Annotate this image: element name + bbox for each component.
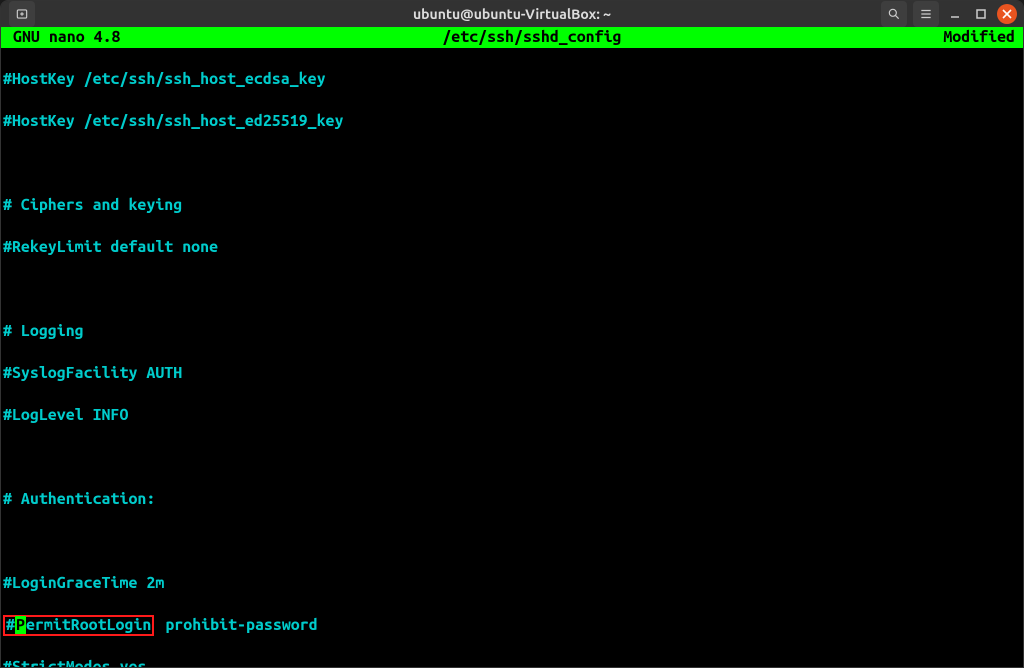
nano-header: GNU nano 4.8 /etc/ssh/sshd_config Modifi… — [1, 27, 1023, 48]
code-line: #HostKey /etc/ssh/ssh_host_ed25519_key — [3, 111, 1021, 132]
new-tab-button[interactable] — [9, 1, 35, 27]
search-button[interactable] — [881, 1, 907, 27]
code-line: # Authentication: — [3, 489, 1021, 510]
cursor: P — [15, 616, 26, 634]
terminal-body[interactable]: GNU nano 4.8 /etc/ssh/sshd_config Modifi… — [1, 27, 1023, 668]
minimize-button[interactable] — [945, 4, 965, 24]
code-line: # Logging — [3, 321, 1021, 342]
window-title: ubuntu@ubuntu-VirtualBox: ~ — [1, 6, 1023, 22]
close-button[interactable] — [997, 4, 1017, 24]
nano-version: GNU nano 4.8 — [3, 27, 121, 48]
highlight-box: #PermitRootLogin — [3, 615, 154, 636]
maximize-button[interactable] — [971, 4, 991, 24]
code-line-permitrootlogin: #PermitRootLogin prohibit-password — [3, 615, 1021, 636]
code-line: #StrictModes yes — [3, 657, 1021, 668]
nano-status: Modified — [943, 27, 1021, 48]
titlebar: ubuntu@ubuntu-VirtualBox: ~ — [1, 1, 1023, 27]
code-line: #LogLevel INFO — [3, 405, 1021, 426]
terminal-window: ubuntu@ubuntu-VirtualBox: ~ GNU nano 4.8… — [0, 0, 1024, 668]
code-line: #HostKey /etc/ssh/ssh_host_ecdsa_key — [3, 69, 1021, 90]
code-line: #RekeyLimit default none — [3, 237, 1021, 258]
code-line: # Ciphers and keying — [3, 195, 1021, 216]
code-line: #SyslogFacility AUTH — [3, 363, 1021, 384]
editor-area[interactable]: #HostKey /etc/ssh/ssh_host_ecdsa_key #Ho… — [1, 48, 1023, 668]
menu-button[interactable] — [913, 1, 939, 27]
nano-filename: /etc/ssh/sshd_config — [121, 27, 944, 48]
code-line: #LoginGraceTime 2m — [3, 573, 1021, 594]
